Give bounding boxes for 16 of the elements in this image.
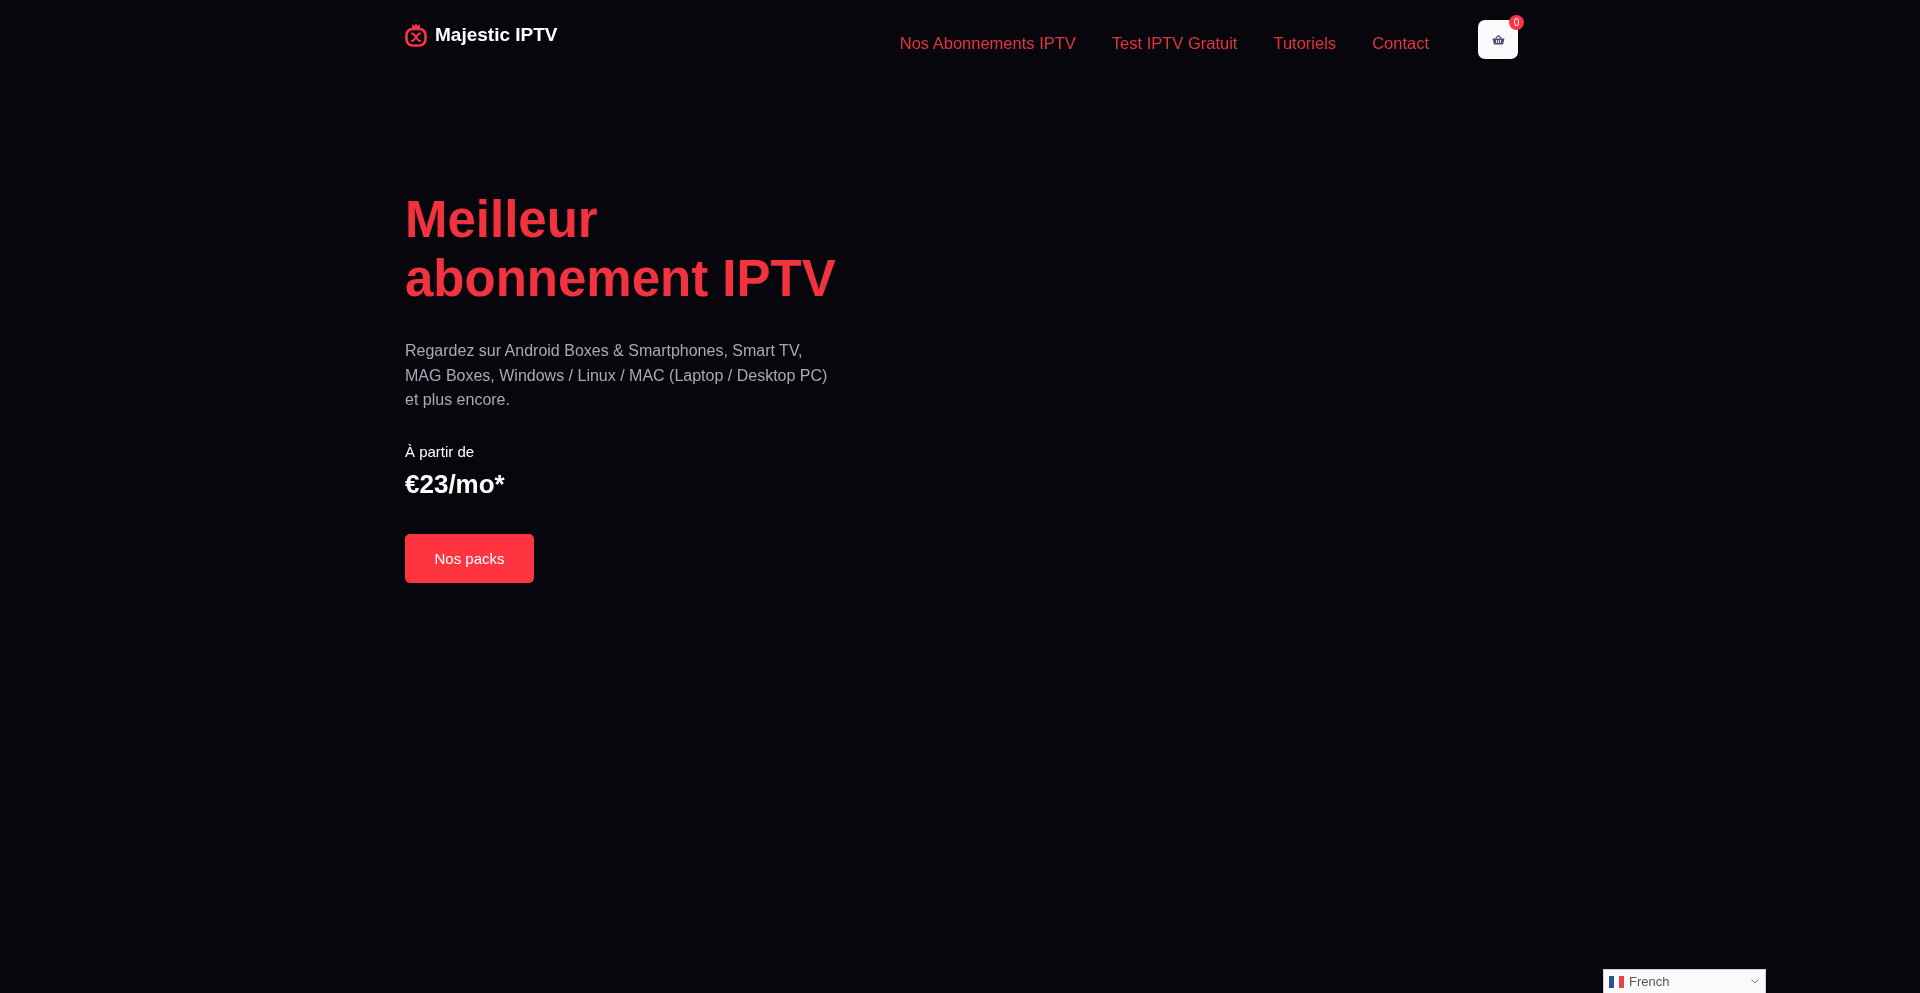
logo-link[interactable]: Majestic IPTV: [405, 23, 558, 47]
nav-link[interactable]: Tutoriels: [1273, 31, 1337, 55]
cart-count-badge: 0: [1509, 15, 1524, 30]
nav-link[interactable]: Contact: [1372, 31, 1429, 55]
language-select[interactable]: French: [1603, 969, 1766, 993]
hero-description: Regardez sur Android Boxes & Smartphones, Smart TV, MAG Boxes, Windows / Linux / MAC (Laptop / Desktop PC) et plus encore.: [405, 341, 829, 410]
flag-icon: [1609, 975, 1624, 988]
packs-button[interactable]: Nos packs: [405, 534, 534, 583]
hero-title: Meilleur abonnement IPTV: [405, 190, 837, 308]
price-caption: À partir de: [405, 441, 475, 462]
price-text: €23/mo*: [405, 468, 505, 501]
nav-link[interactable]: Test IPTV Gratuit: [1111, 31, 1238, 55]
basket-icon: [1491, 34, 1505, 45]
crown-logo-icon: [405, 23, 427, 47]
chevron-down-icon: [1751, 979, 1759, 984]
nav-link[interactable]: Nos Abonnements IPTV: [899, 31, 1076, 55]
